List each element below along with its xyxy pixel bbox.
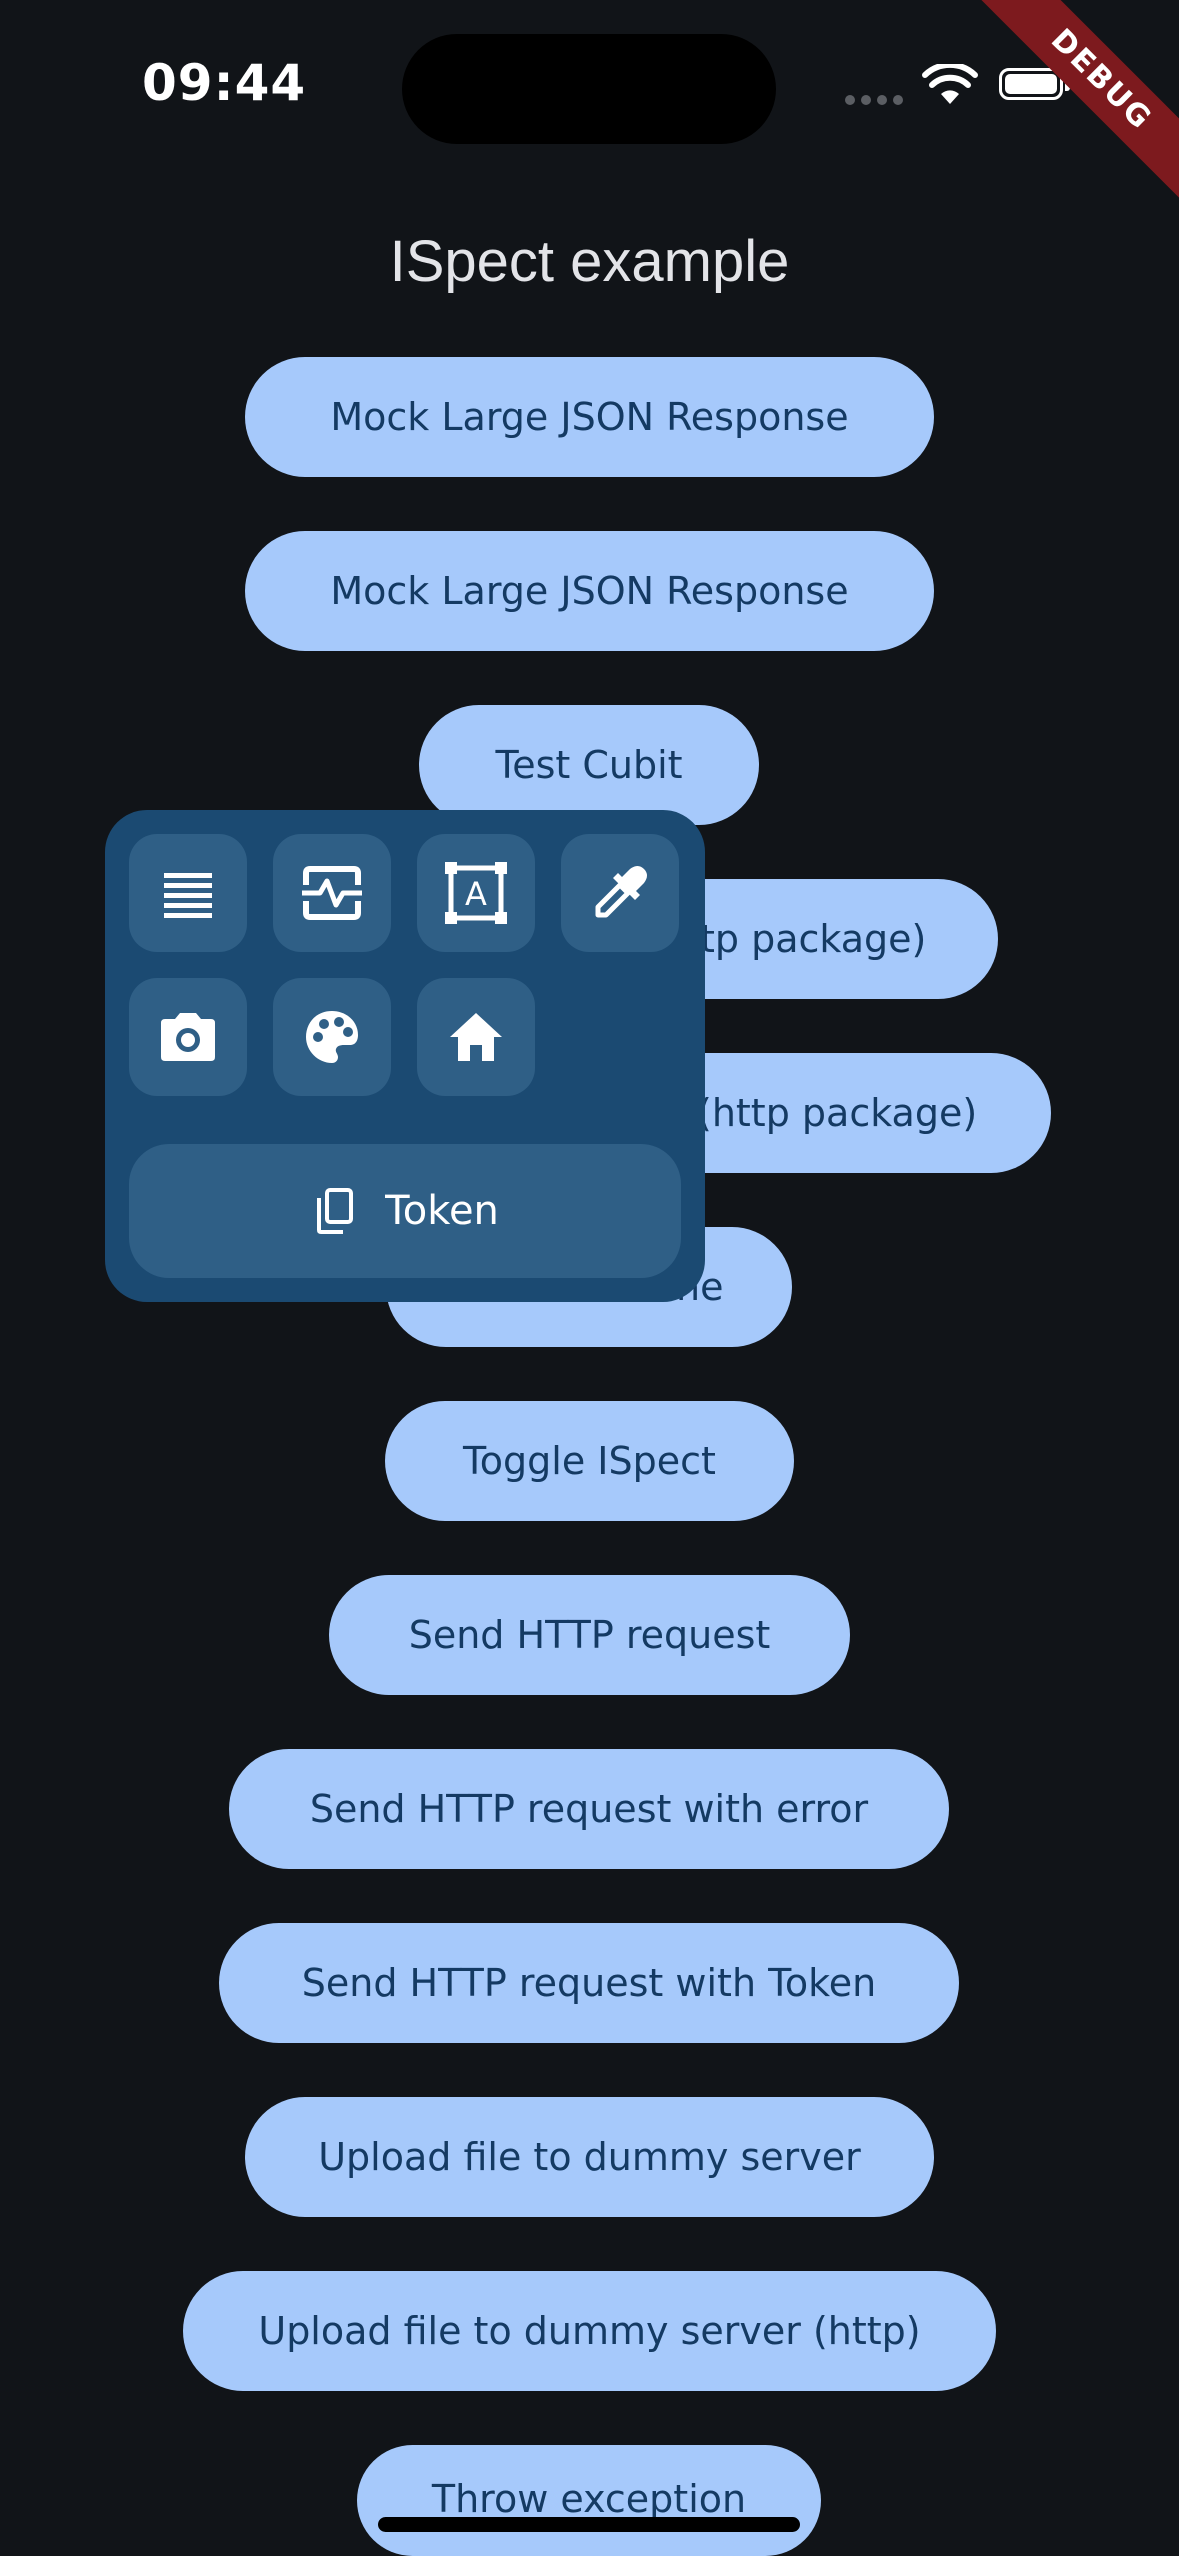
debug-banner: DEBUG bbox=[960, 0, 1179, 221]
toggle-ispect-button[interactable]: Toggle ISpect bbox=[385, 1401, 794, 1521]
home-icon bbox=[450, 1013, 502, 1061]
send-http-token-button[interactable]: Send HTTP request with Token bbox=[219, 1923, 959, 2043]
layout-inspector-icon: A bbox=[445, 862, 507, 924]
color-picker-icon bbox=[595, 866, 647, 918]
palette-icon bbox=[306, 1011, 358, 1063]
page-title: ISpect example bbox=[389, 229, 790, 294]
svg-text:A: A bbox=[465, 875, 487, 913]
status-time: 09:44 bbox=[142, 54, 307, 112]
copy-icon bbox=[317, 1188, 354, 1234]
ispect-inspector-panel: A Token bbox=[105, 810, 705, 1302]
cellular-signal-icon bbox=[845, 95, 903, 105]
upload-file-http-button[interactable]: Upload file to dummy server (http) bbox=[183, 2271, 996, 2391]
mock-large-json-button-2[interactable]: Mock Large JSON Response bbox=[245, 531, 934, 651]
mock-large-json-button[interactable]: Mock Large JSON Response bbox=[245, 357, 934, 477]
logs-icon bbox=[164, 873, 212, 918]
send-http-request-button[interactable]: Send HTTP request bbox=[329, 1575, 850, 1695]
dynamic-island bbox=[402, 34, 776, 144]
send-http-error-button[interactable]: Send HTTP request with error bbox=[229, 1749, 949, 1869]
screenshot-tool-button[interactable] bbox=[129, 978, 247, 1096]
test-cubit-button[interactable]: Test Cubit bbox=[419, 705, 759, 825]
screenshot-icon bbox=[161, 1013, 215, 1061]
performance-icon bbox=[302, 866, 362, 920]
performance-tool-button[interactable] bbox=[273, 834, 391, 952]
layout-inspector-tool-button[interactable]: A bbox=[417, 834, 535, 952]
home-indicator[interactable] bbox=[378, 2517, 800, 2532]
upload-file-button[interactable]: Upload file to dummy server bbox=[245, 2097, 934, 2217]
color-picker-tool-button[interactable] bbox=[561, 834, 679, 952]
throw-exception-button[interactable]: Throw exception bbox=[357, 2445, 821, 2556]
home-tool-button[interactable] bbox=[417, 978, 535, 1096]
token-label: Token bbox=[385, 1188, 499, 1234]
palette-tool-button[interactable] bbox=[273, 978, 391, 1096]
copy-token-button[interactable]: Token bbox=[129, 1144, 681, 1278]
logs-tool-button[interactable] bbox=[129, 834, 247, 952]
wifi-icon bbox=[922, 61, 978, 110]
